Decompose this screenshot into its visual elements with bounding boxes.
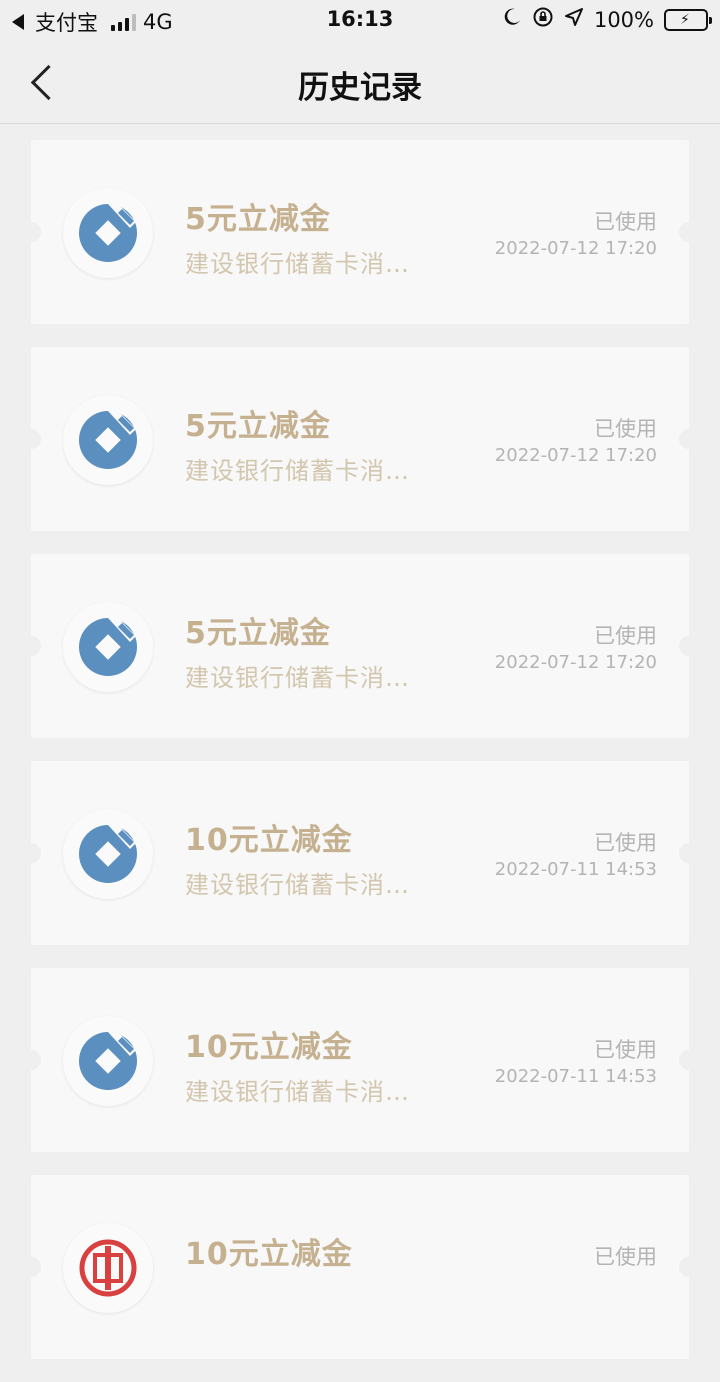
record-desc: 建设银行储蓄卡消… bbox=[185, 457, 410, 485]
icbc-logo-icon bbox=[63, 1223, 153, 1313]
record-status: 已使用 bbox=[594, 1038, 657, 1062]
record-status: 已使用 bbox=[594, 210, 657, 234]
card-notch-right bbox=[679, 1257, 699, 1277]
card-notch-left bbox=[21, 1050, 41, 1070]
record-time: 2022-07-11 14:53 bbox=[494, 859, 657, 880]
record-card[interactable]: 5元立减金 建设银行储蓄卡消… 已使用 2022-07-12 17:20 bbox=[21, 347, 699, 531]
card-notch-left bbox=[21, 843, 41, 863]
battery-icon: ⚡ bbox=[664, 8, 712, 31]
ccb-logo-icon bbox=[63, 809, 153, 899]
record-desc: 建设银行储蓄卡消… bbox=[185, 664, 410, 692]
record-status: 已使用 bbox=[594, 624, 657, 648]
record-title: 5元立减金 bbox=[185, 202, 331, 237]
card-notch-right bbox=[679, 843, 699, 863]
battery-percent: 100% bbox=[593, 7, 654, 32]
record-status: 已使用 bbox=[594, 1245, 657, 1269]
record-card[interactable]: 10元立减金 建设银行储蓄卡消… 已使用 2022-07-11 14:53 bbox=[21, 761, 699, 945]
card-notch-right bbox=[679, 1050, 699, 1070]
record-time: 2022-07-12 17:20 bbox=[494, 238, 657, 259]
record-status: 已使用 bbox=[594, 417, 657, 441]
record-card[interactable]: 10元立减金 已使用 bbox=[21, 1175, 699, 1359]
record-card[interactable]: 5元立减金 建设银行储蓄卡消… 已使用 2022-07-12 17:20 bbox=[21, 140, 699, 324]
record-desc: 建设银行储蓄卡消… bbox=[185, 871, 410, 899]
record-time: 2022-07-11 14:53 bbox=[494, 1066, 657, 1087]
card-notch-left bbox=[21, 429, 41, 449]
page-title: 历史记录 bbox=[298, 70, 422, 106]
ccb-logo-icon bbox=[63, 188, 153, 278]
record-card[interactable]: 10元立减金 建设银行储蓄卡消… 已使用 2022-07-11 14:53 bbox=[21, 968, 699, 1152]
card-notch-right bbox=[679, 429, 699, 449]
card-notch-left bbox=[21, 222, 41, 242]
record-title: 10元立减金 bbox=[185, 823, 353, 858]
record-title: 5元立减金 bbox=[185, 616, 331, 651]
ccb-logo-icon bbox=[63, 602, 153, 692]
record-title: 10元立减金 bbox=[185, 1237, 353, 1272]
nav-bar: 历史记录 bbox=[0, 40, 720, 124]
location-icon bbox=[564, 7, 584, 32]
record-title: 10元立减金 bbox=[185, 1030, 353, 1065]
records-list[interactable]: 5元立减金 建设银行储蓄卡消… 已使用 2022-07-12 17:20 5元立… bbox=[21, 140, 699, 1382]
ccb-logo-icon bbox=[63, 1016, 153, 1106]
record-desc: 建设银行储蓄卡消… bbox=[185, 1078, 410, 1106]
card-notch-right bbox=[679, 222, 699, 242]
rotation-lock-icon bbox=[532, 6, 554, 33]
card-notch-right bbox=[679, 636, 699, 656]
record-time: 2022-07-12 17:20 bbox=[494, 652, 657, 673]
record-time: 2022-07-12 17:20 bbox=[494, 445, 657, 466]
status-right: 100% ⚡ bbox=[502, 6, 712, 33]
moon-icon bbox=[502, 7, 522, 32]
status-bar: 支付宝 4G 16:13 100% ⚡ bbox=[0, 0, 720, 40]
record-card[interactable]: 5元立减金 建设银行储蓄卡消… 已使用 2022-07-12 17:20 bbox=[21, 554, 699, 738]
card-notch-left bbox=[21, 636, 41, 656]
card-notch-left bbox=[21, 1257, 41, 1277]
ccb-logo-icon bbox=[63, 395, 153, 485]
record-desc: 建设银行储蓄卡消… bbox=[185, 250, 410, 278]
record-status: 已使用 bbox=[594, 831, 657, 855]
record-title: 5元立减金 bbox=[185, 409, 331, 444]
